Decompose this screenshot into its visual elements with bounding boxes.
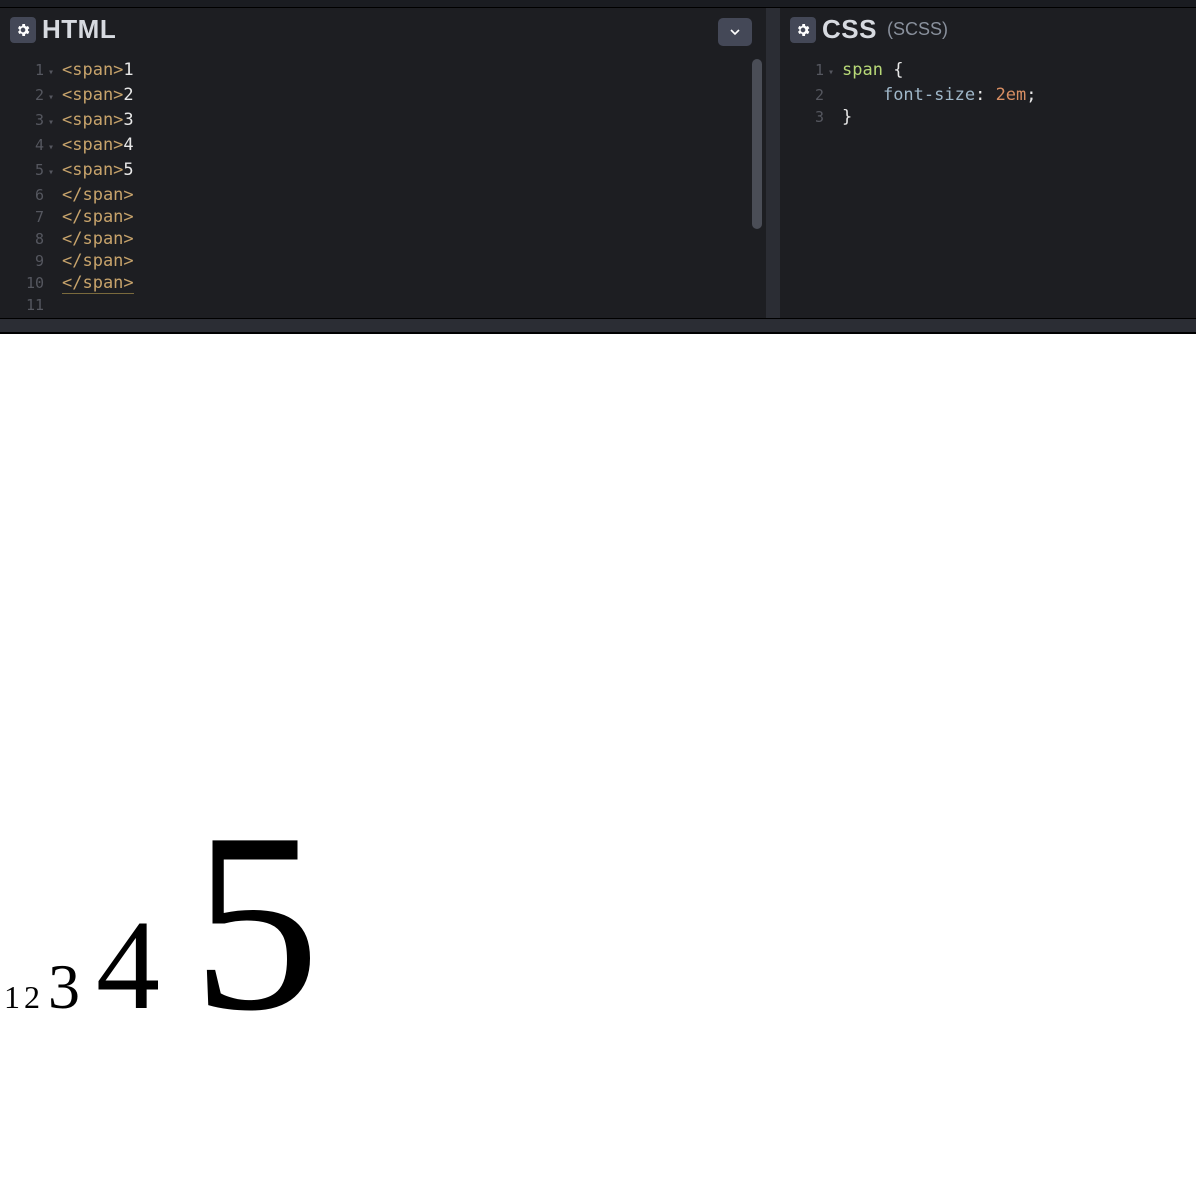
- fold-arrow-icon[interactable]: ▾: [48, 135, 62, 159]
- line-number: 1: [0, 59, 48, 81]
- fold-arrow-icon[interactable]: ▾: [48, 160, 62, 184]
- preview-span: 1: [4, 979, 20, 1015]
- code-line[interactable]: 11: [0, 294, 766, 316]
- fold-arrow-icon[interactable]: ▾: [48, 110, 62, 134]
- fold-arrow-icon[interactable]: ▾: [48, 85, 62, 109]
- line-number: 7: [0, 206, 48, 228]
- preview-span: 5: [192, 781, 320, 1064]
- code-line[interactable]: 2▾<span>2: [0, 84, 766, 109]
- horizontal-resizer[interactable]: [0, 318, 1196, 334]
- line-number: 1: [780, 59, 828, 81]
- preview-span-text: 5: [192, 781, 320, 1064]
- scrollbar-thumb[interactable]: [752, 59, 762, 229]
- gear-icon[interactable]: [10, 17, 36, 43]
- html-panel: HTML 1▾<span>12▾<span>23▾<span>34▾<span>…: [0, 8, 780, 318]
- code-line[interactable]: 4▾<span>4: [0, 134, 766, 159]
- code-content: <span>4: [62, 134, 134, 156]
- code-content: }: [842, 106, 852, 128]
- code-line[interactable]: 7 </span>: [0, 206, 766, 228]
- preview-span-text: 4: [96, 894, 160, 1036]
- css-panel: CSS (SCSS) 1▾span {2 font-size: 2em;3}: [780, 8, 1196, 318]
- code-content: </span>: [62, 272, 134, 294]
- line-number: 6: [0, 184, 48, 206]
- fold-arrow-icon: [48, 264, 62, 266]
- line-number: 3: [780, 106, 828, 128]
- line-number: 8: [0, 228, 48, 250]
- preview-span: 2 3 4 5: [24, 979, 320, 1015]
- css-code-editor[interactable]: 1▾span {2 font-size: 2em;3}: [780, 55, 1196, 318]
- fold-arrow-icon[interactable]: ▾: [828, 60, 842, 84]
- fold-arrow-icon: [48, 308, 62, 310]
- code-content: <span>1: [62, 59, 134, 81]
- html-panel-title: HTML: [42, 14, 116, 45]
- line-number: 11: [0, 294, 48, 316]
- fold-arrow-icon: [48, 220, 62, 222]
- code-line[interactable]: 5▾<span>5: [0, 159, 766, 184]
- code-content: </span>: [62, 228, 134, 250]
- line-number: 9: [0, 250, 48, 272]
- line-number: 10: [0, 272, 48, 294]
- chevron-down-icon[interactable]: [718, 18, 752, 46]
- preview-span-text: 2: [24, 979, 40, 1015]
- code-line[interactable]: 1▾span {: [780, 59, 1196, 84]
- line-number: 3: [0, 109, 48, 131]
- editor-row: HTML 1▾<span>12▾<span>23▾<span>34▾<span>…: [0, 8, 1196, 318]
- top-strip: [0, 0, 1196, 8]
- code-line[interactable]: 3▾<span>3: [0, 109, 766, 134]
- code-line[interactable]: 3}: [780, 106, 1196, 128]
- fold-arrow-icon: [828, 120, 842, 122]
- line-number: 2: [0, 84, 48, 106]
- css-panel-title: CSS: [822, 14, 877, 45]
- code-content: </span>: [62, 206, 134, 228]
- html-code-editor[interactable]: 1▾<span>12▾<span>23▾<span>34▾<span>45▾<s…: [0, 55, 766, 318]
- code-content: </span>: [62, 184, 134, 206]
- code-line[interactable]: 1▾<span>1: [0, 59, 766, 84]
- preview-span: 4 5: [96, 894, 320, 1036]
- preview-pane: 1 2 3 4 5: [0, 334, 1196, 1200]
- line-number: 2: [780, 84, 828, 106]
- code-content: <span>5: [62, 159, 134, 181]
- code-content: <span>3: [62, 109, 134, 131]
- preview-output: 1 2 3 4 5: [4, 776, 320, 1070]
- code-line[interactable]: 8 </span>: [0, 228, 766, 250]
- code-content: <span>2: [62, 84, 134, 106]
- code-line[interactable]: 2 font-size: 2em;: [780, 84, 1196, 106]
- css-panel-header: CSS (SCSS): [780, 8, 1196, 55]
- fold-arrow-icon[interactable]: ▾: [48, 60, 62, 84]
- code-line[interactable]: 10 </span>: [0, 272, 766, 294]
- code-content: </span>: [62, 250, 134, 272]
- code-line[interactable]: 9 </span>: [0, 250, 766, 272]
- gear-icon[interactable]: [790, 17, 816, 43]
- line-number: 5: [0, 159, 48, 181]
- fold-arrow-icon: [48, 286, 62, 288]
- fold-arrow-icon: [828, 98, 842, 100]
- code-content: font-size: 2em;: [842, 84, 1037, 106]
- fold-arrow-icon: [48, 242, 62, 244]
- preview-span-text: 3: [48, 951, 80, 1022]
- line-number: 4: [0, 134, 48, 156]
- code-line[interactable]: 6 </span>: [0, 184, 766, 206]
- code-content: span {: [842, 59, 903, 81]
- html-panel-header: HTML: [0, 8, 766, 55]
- preview-span: 3 4 5: [48, 951, 320, 1022]
- css-panel-subtitle: (SCSS): [887, 19, 948, 40]
- codepen-editor: HTML 1▾<span>12▾<span>23▾<span>34▾<span>…: [0, 0, 1196, 1200]
- fold-arrow-icon: [48, 198, 62, 200]
